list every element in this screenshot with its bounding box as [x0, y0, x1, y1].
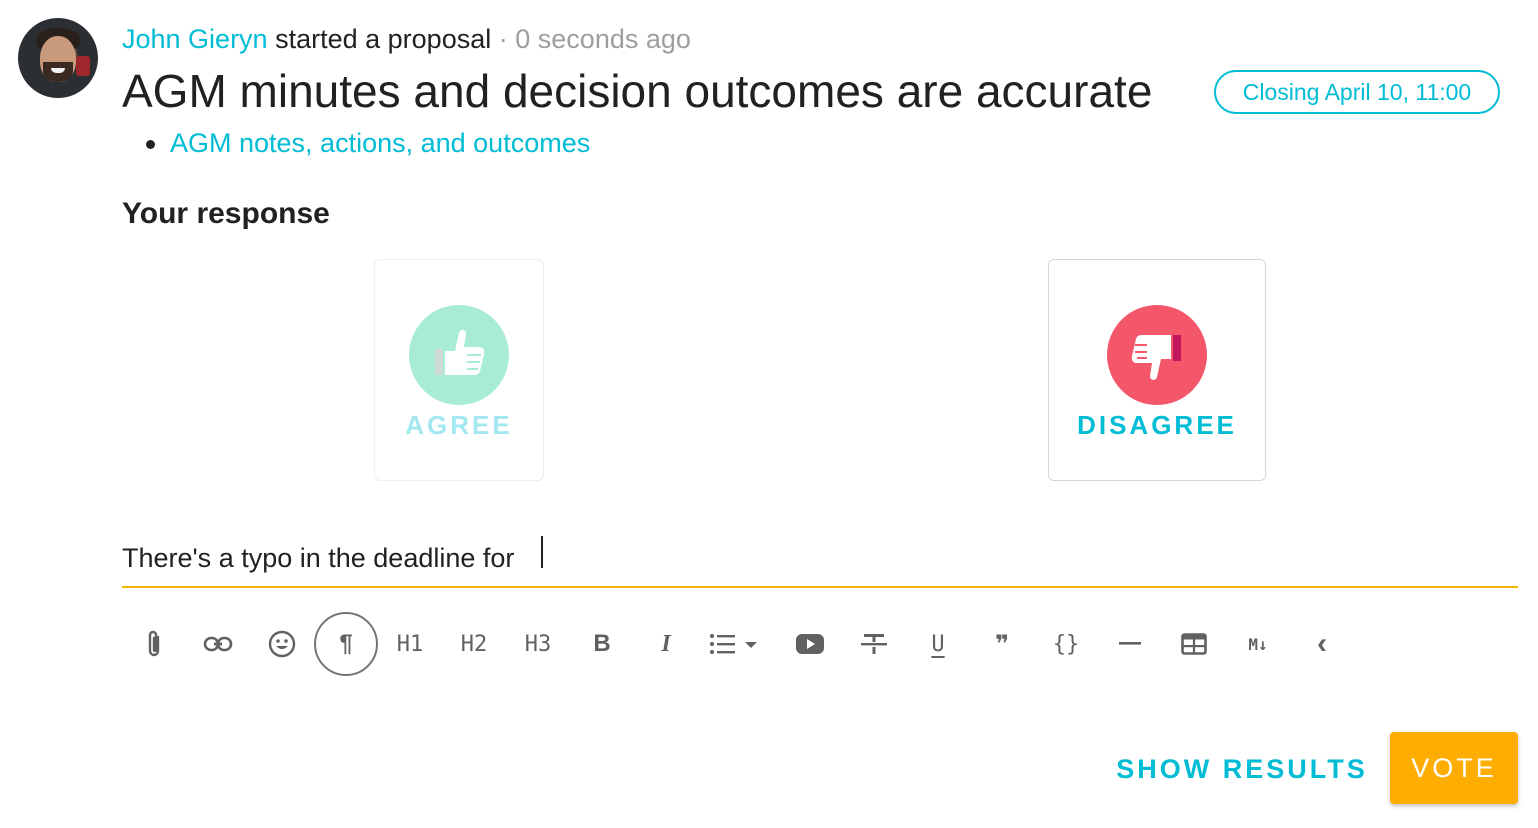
proposal-title: AGM minutes and decision outcomes are ac… [122, 65, 1153, 117]
underline-button[interactable]: U [906, 612, 970, 676]
video-icon[interactable] [778, 612, 842, 676]
reason-input[interactable] [122, 530, 1518, 588]
quote-label: ❞ [994, 630, 1010, 658]
meta-separator: · [498, 24, 508, 54]
text-caret [541, 536, 543, 568]
table-icon[interactable] [1162, 612, 1226, 676]
disagree-label: DISAGREE [1077, 410, 1237, 440]
closing-badge[interactable]: Closing April 10, 11:00 [1214, 70, 1500, 114]
author-avatar[interactable] [18, 18, 98, 98]
paragraph-label: ¶ [339, 630, 353, 657]
h3-label: H3 [524, 631, 552, 657]
timestamp: 0 seconds ago [515, 24, 691, 54]
collapse-icon[interactable]: ‹ [1290, 612, 1354, 676]
attachment-link[interactable]: AGM notes, actions, and outcomes [170, 127, 590, 159]
proposal-meta: John Gieryn started a proposal · 0 secon… [122, 24, 691, 54]
horizontal-rule-icon[interactable] [1098, 612, 1162, 676]
vote-button[interactable]: VOTE [1390, 732, 1518, 804]
code-label: {} [1052, 631, 1080, 657]
list-bullet [146, 140, 155, 149]
thumbs-down-icon [1107, 305, 1207, 405]
heading-1-button[interactable]: H1 [378, 612, 442, 676]
link-icon[interactable] [186, 612, 250, 676]
bold-label: B [593, 630, 611, 657]
underline-label: U [931, 631, 945, 657]
quote-icon[interactable]: ❞ [970, 612, 1034, 676]
action-text: started a proposal [275, 24, 492, 54]
response-heading: Your response [122, 197, 330, 230]
bold-button[interactable]: B [570, 612, 634, 676]
paragraph-icon[interactable]: ¶ [314, 612, 378, 676]
strikethrough-icon[interactable] [842, 612, 906, 676]
italic-button[interactable]: I [634, 612, 698, 676]
disagree-option[interactable]: DISAGREE [1048, 259, 1266, 481]
heading-2-button[interactable]: H2 [442, 612, 506, 676]
attach-icon[interactable] [122, 612, 186, 676]
thumbs-up-icon [409, 305, 509, 405]
author-link[interactable]: John Gieryn [122, 24, 268, 54]
emoji-icon[interactable] [250, 612, 314, 676]
agree-label: AGREE [405, 410, 513, 440]
h1-label: H1 [396, 631, 424, 657]
markdown-icon[interactable]: M↓ [1226, 612, 1290, 676]
italic-label: I [661, 630, 671, 657]
show-results-button[interactable]: SHOW RESULTS [1114, 742, 1370, 796]
code-block-button[interactable]: {} [1034, 612, 1098, 676]
collapse-label: ‹ [1317, 627, 1327, 660]
heading-3-button[interactable]: H3 [506, 612, 570, 676]
agree-option[interactable]: AGREE [374, 259, 544, 481]
markdown-label: M↓ [1248, 634, 1268, 654]
h2-label: H2 [460, 631, 488, 657]
list-icon[interactable] [698, 612, 770, 676]
